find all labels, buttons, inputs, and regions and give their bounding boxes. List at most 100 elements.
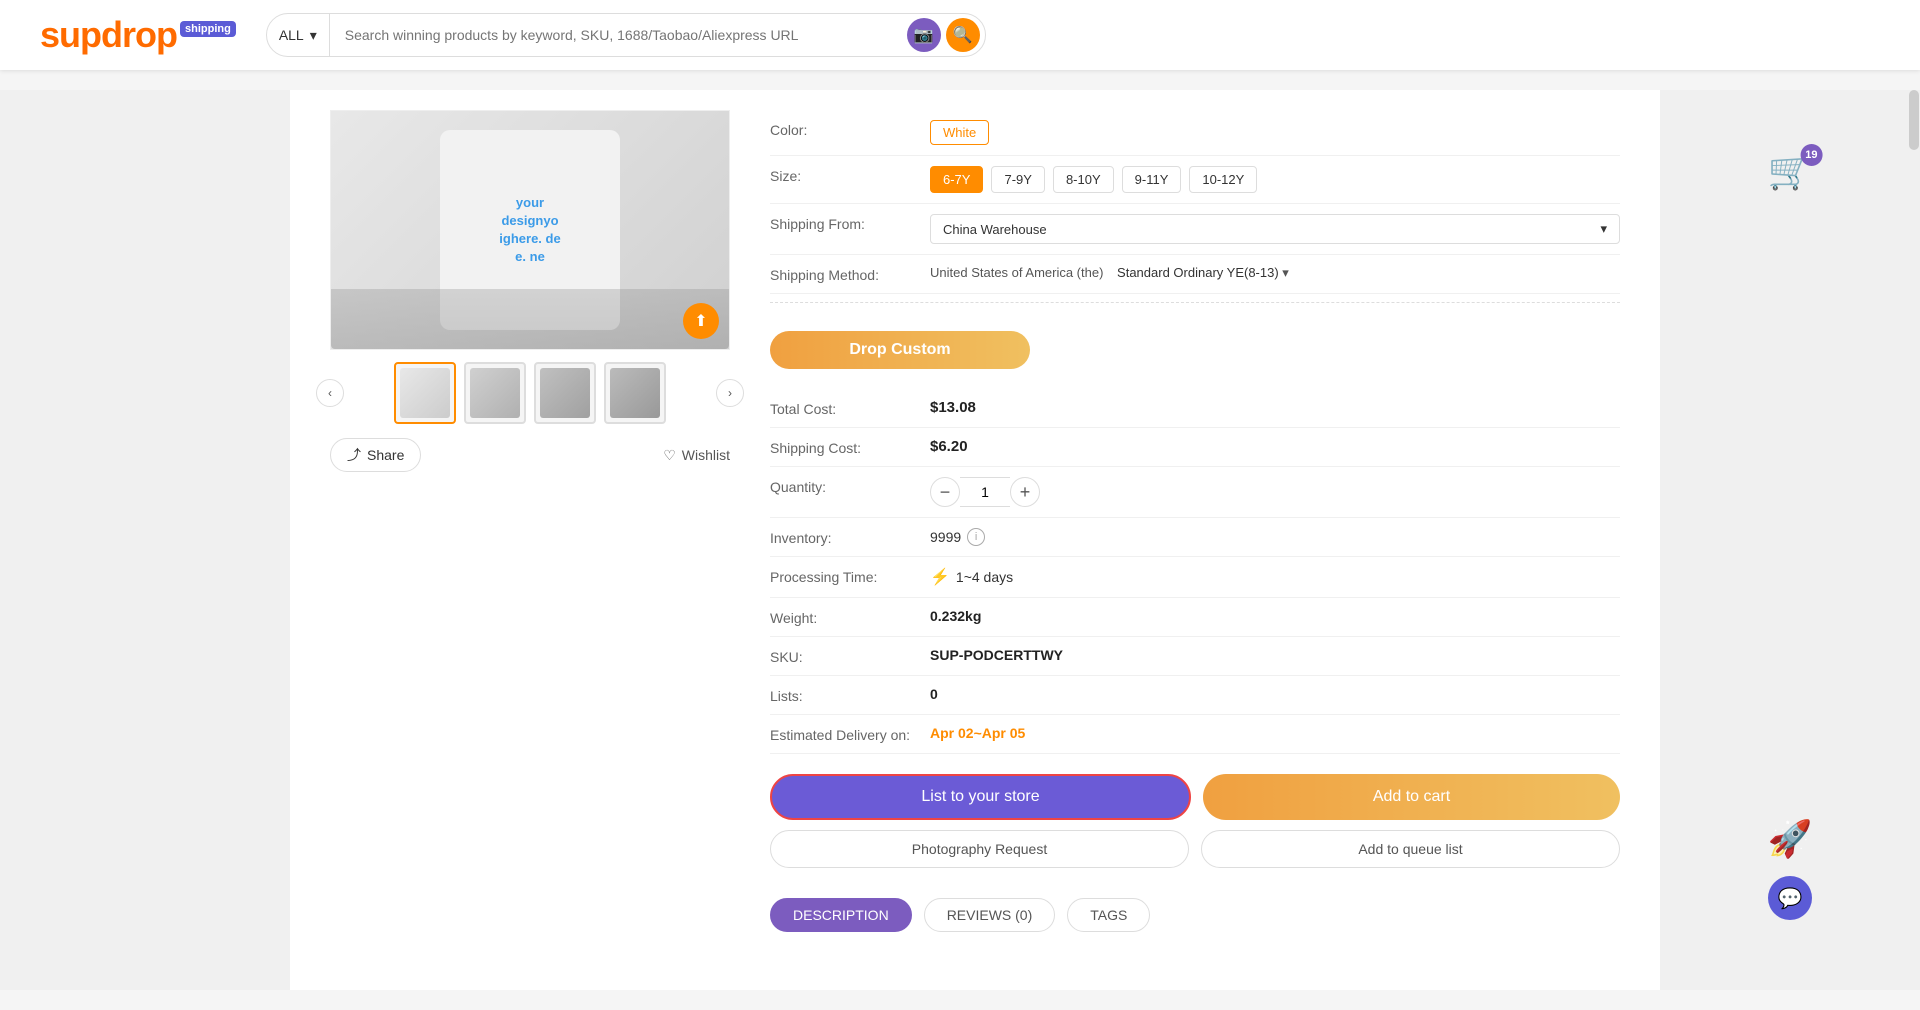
weight-value: 0.232kg (930, 608, 1620, 624)
product-layout: yourdesignyoighere. dee. ne ⬆ ‹ › (330, 110, 1620, 932)
gallery-prev-arrow[interactable]: ‹ (316, 379, 344, 407)
thumbnail-1[interactable] (464, 362, 526, 424)
sku-row: SKU: SUP-PODCERTTWY (770, 637, 1620, 676)
logo: supdrop shipping (40, 14, 236, 56)
size-6-7y-button[interactable]: 6-7Y (930, 166, 983, 193)
delivery-label: Estimated Delivery on: (770, 725, 930, 743)
list-to-store-button[interactable]: List to your store (770, 774, 1191, 820)
secondary-actions: Photography Request Add to queue list (770, 830, 1620, 868)
chat-widget[interactable]: 💬 (1768, 876, 1812, 920)
shipping-from-dropdown[interactable]: China Warehouse ▾ (930, 214, 1620, 244)
scrollbar-thumb[interactable] (1909, 90, 1919, 150)
quantity-input[interactable] (960, 477, 1010, 507)
tab-reviews[interactable]: REVIEWS (0) (924, 898, 1056, 932)
quantity-label: Quantity: (770, 477, 930, 495)
shipping-method-row: Shipping Method: United States of Americ… (770, 255, 1620, 294)
cart-badge: 19 (1800, 144, 1822, 166)
quantity-decrease-button[interactable]: − (930, 477, 960, 507)
primary-actions: List to your store Add to cart (770, 774, 1620, 820)
shipping-cost-label: Shipping Cost: (770, 438, 930, 456)
scrollbar-track (1908, 90, 1920, 990)
share-icon: ⤴ (347, 445, 361, 465)
cart-widget: 🛒 19 (1768, 150, 1813, 192)
processing-time-value: ⚡ 1~4 days (930, 567, 1620, 587)
search-dropdown[interactable]: ALL ▾ (267, 14, 330, 56)
shipping-from-label: Shipping From: (770, 214, 930, 232)
chat-icon: 💬 (1778, 886, 1803, 911)
inventory-value: 9999 i (930, 528, 1620, 546)
shipping-cost-row: Shipping Cost: $6.20 (770, 428, 1620, 467)
gallery-next-arrow[interactable]: › (716, 379, 744, 407)
shipping-cost-value: $6.20 (930, 438, 1620, 455)
tab-description[interactable]: DESCRIPTION (770, 898, 912, 932)
quantity-increase-button[interactable]: + (1010, 477, 1040, 507)
gallery-section: yourdesignyoighere. dee. ne ⬆ ‹ › (330, 110, 730, 932)
thumbnail-2[interactable] (534, 362, 596, 424)
photography-request-button[interactable]: Photography Request (770, 830, 1189, 868)
color-row: Color: White (770, 110, 1620, 156)
chevron-down-icon: ▾ (310, 27, 317, 44)
add-to-queue-list-button[interactable]: Add to queue list (1201, 830, 1620, 868)
delivery-value: Apr 02~Apr 05 (930, 725, 1620, 741)
thumbnail-0[interactable] (394, 362, 456, 424)
quantity-control: − + (930, 477, 1620, 507)
lists-row: Lists: 0 (770, 676, 1620, 715)
wishlist-button[interactable]: ♡ Wishlist (663, 447, 730, 464)
sku-value: SUP-PODCERTTWY (930, 647, 1620, 663)
processing-time-label: Processing Time: (770, 567, 930, 585)
bottom-tabs: DESCRIPTION REVIEWS (0) TAGS (770, 898, 1620, 932)
size-options: 6-7Y 7-9Y 8-10Y 9-11Y 10-12Y (930, 166, 1620, 193)
logo-text: supdrop (40, 14, 177, 56)
search-input[interactable] (330, 27, 907, 43)
product-text-overlay: yourdesignyoighere. dee. ne (491, 186, 568, 275)
search-button[interactable]: 🔍 (946, 18, 980, 52)
thumbnail-3[interactable] (604, 362, 666, 424)
main-content: yourdesignyoighere. dee. ne ⬆ ‹ › (0, 70, 1920, 1010)
color-label: Color: (770, 120, 930, 138)
rocket-widget[interactable]: 🚀 (1768, 818, 1813, 860)
color-white-button[interactable]: White (930, 120, 989, 145)
camera-search-button[interactable]: 📷 (907, 18, 941, 52)
color-options: White (930, 120, 1620, 145)
shipping-from-value: China Warehouse ▾ (930, 214, 1620, 244)
heart-icon: ♡ (663, 447, 676, 464)
total-cost-value: $13.08 (930, 399, 1620, 416)
weight-row: Weight: 0.232kg (770, 598, 1620, 637)
gallery-actions: ⤴ Share ♡ Wishlist (330, 438, 730, 472)
action-buttons: List to your store Add to cart Photograp… (770, 774, 1620, 868)
right-sidebar: 🛒 19 🚀 💬 (1660, 90, 1920, 990)
add-to-cart-button[interactable]: Add to cart (1203, 774, 1620, 820)
divider (770, 302, 1620, 303)
size-8-10y-button[interactable]: 8-10Y (1053, 166, 1114, 193)
inventory-row: Inventory: 9999 i (770, 518, 1620, 557)
header: supdrop shipping ALL ▾ 📷 🔍 (0, 0, 1920, 70)
upload-badge[interactable]: ⬆ (683, 303, 719, 339)
left-sidebar (0, 90, 290, 990)
size-label: Size: (770, 166, 930, 184)
chevron-down-icon: ▾ (1282, 265, 1289, 280)
chevron-down-icon: ▾ (1600, 221, 1607, 237)
logo-badge: shipping (180, 21, 236, 37)
rocket-icon: 🚀 (1768, 818, 1813, 859)
share-button[interactable]: ⤴ Share (330, 438, 421, 472)
lists-label: Lists: (770, 686, 930, 704)
main-product-image: yourdesignyoighere. dee. ne ⬆ (330, 110, 730, 350)
search-icons: 📷 🔍 (907, 18, 985, 52)
drop-custom-button[interactable]: Drop Custom (770, 331, 1030, 369)
shipping-method-label: Shipping Method: (770, 265, 930, 283)
lists-value: 0 (930, 686, 1620, 702)
search-bar: ALL ▾ 📷 🔍 (266, 13, 986, 57)
size-10-12y-button[interactable]: 10-12Y (1189, 166, 1257, 193)
product-mockup: yourdesignyoighere. dee. ne (331, 111, 729, 349)
quantity-row: Quantity: − + (770, 467, 1620, 518)
thumbnails: ‹ › (330, 362, 730, 424)
size-9-11y-button[interactable]: 9-11Y (1122, 166, 1182, 193)
tab-tags[interactable]: TAGS (1067, 898, 1150, 932)
shipping-method-value: United States of America (the) Standard … (930, 265, 1620, 281)
delivery-row: Estimated Delivery on: Apr 02~Apr 05 (770, 715, 1620, 754)
product-area: yourdesignyoighere. dee. ne ⬆ ‹ › (290, 90, 1660, 990)
total-cost-label: Total Cost: (770, 399, 930, 417)
total-cost-row: Total Cost: $13.08 (770, 389, 1620, 428)
inventory-info-icon[interactable]: i (967, 528, 985, 546)
size-7-9y-button[interactable]: 7-9Y (991, 166, 1044, 193)
